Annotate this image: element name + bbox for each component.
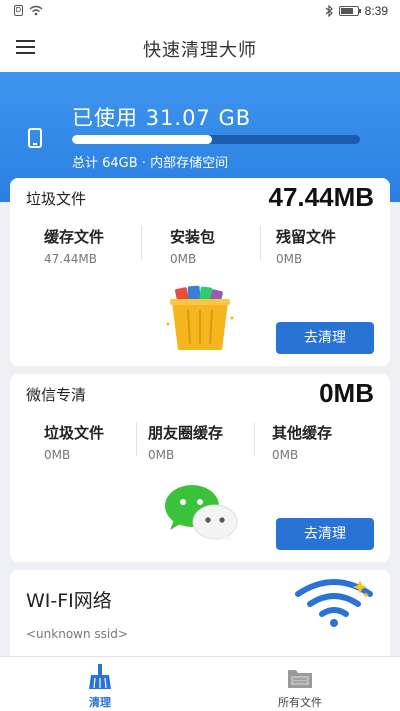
stat-label: 垃圾文件 [44, 424, 105, 442]
wechat-card-title: 微信专清 [26, 386, 87, 404]
wechat-clean-button[interactable]: 去清理 [276, 518, 374, 550]
stat-moments-cache: 朋友圈缓存 0MB [148, 422, 253, 462]
app-title: 快速清理大师 [143, 40, 257, 61]
stat-divider [260, 226, 261, 260]
broom-icon [89, 664, 111, 689]
storage-total-text: 总计 64GB · 内部存储空间 [72, 156, 229, 171]
phone-icon [28, 128, 42, 148]
stat-value: 0MB [276, 252, 303, 266]
stat-other-cache: 其他缓存 0MB [272, 422, 377, 462]
nav-label-all-files: 所有文件 [278, 696, 322, 709]
bluetooth-icon [325, 5, 333, 17]
nav-item-all-files[interactable]: 所有文件 [200, 657, 400, 711]
stat-label: 其他缓存 [272, 424, 333, 442]
status-bar: D 8:39 [0, 0, 400, 24]
trash-bin-icon [166, 285, 234, 350]
stat-label: 朋友圈缓存 [148, 424, 224, 442]
sim-icon: D [14, 5, 23, 16]
wifi-signal-icon [29, 5, 43, 16]
bottom-nav: 清理 所有文件 [0, 656, 400, 711]
wechat-card: 微信专清 0MB 垃圾文件 0MB 朋友圈缓存 0MB 其他缓存 0MB 去清理 [10, 374, 390, 562]
wechat-icon [165, 485, 238, 541]
wifi-icon [295, 579, 373, 627]
junk-card-size: 47.44MB [268, 182, 375, 212]
nav-label-clean: 清理 [89, 696, 111, 709]
folder-icon [288, 670, 312, 688]
storage-used-text: 已使用 31.07 GB [72, 106, 252, 130]
wifi-card[interactable]: WI-FI网络 <unknown ssid> [10, 570, 390, 666]
junk-card-title: 垃圾文件 [26, 190, 87, 208]
app-bar: 快速清理大师 [0, 24, 400, 72]
status-time: 8:39 [364, 4, 388, 18]
stat-value: 0MB [272, 448, 299, 462]
stat-divider [254, 422, 255, 456]
wechat-card-size: 0MB [319, 378, 374, 408]
stat-divider [141, 226, 142, 260]
stat-label: 缓存文件 [44, 228, 105, 246]
storage-progress-bar [72, 135, 360, 144]
stat-value: 0MB [148, 448, 175, 462]
junk-clean-button[interactable]: 去清理 [276, 322, 374, 354]
wifi-card-title: WI-FI网络 [26, 590, 112, 612]
stat-wechat-junk: 垃圾文件 0MB [44, 422, 149, 462]
junk-files-card: 垃圾文件 47.44MB 缓存文件 47.44MB 安装包 0MB 残留文件 0… [10, 178, 390, 366]
nav-item-clean[interactable]: 清理 [0, 657, 200, 711]
stat-divider [136, 422, 137, 456]
battery-icon [338, 6, 361, 16]
stat-value: 0MB [44, 448, 71, 462]
stat-value: 47.44MB [44, 252, 97, 266]
stat-residual-files: 残留文件 0MB [276, 226, 381, 266]
storage-progress-fill [72, 135, 212, 144]
stat-label: 残留文件 [276, 228, 337, 246]
wifi-ssid: <unknown ssid> [26, 627, 128, 641]
stat-cache-files: 缓存文件 47.44MB [44, 226, 149, 266]
